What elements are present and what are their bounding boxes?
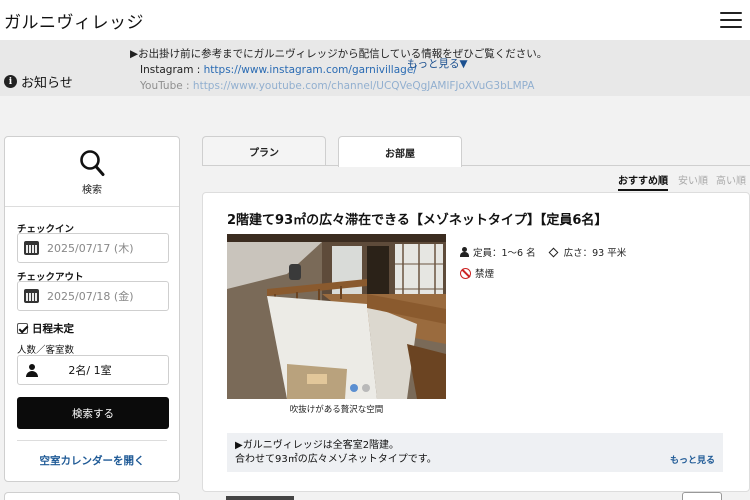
photo-caption: 吹抜けがある贅沢な空間 [289, 405, 384, 415]
instagram-link[interactable]: https://www.instagram.com/garnivillage/ [204, 64, 417, 76]
undecided-label: 日程未定 [32, 323, 74, 335]
search-icon [80, 150, 105, 176]
notice-bar: i お知らせ ▶お出掛け前に参考までにガルニヴィレッジから配信している情報をぜひ… [0, 40, 750, 96]
room-smoking: 禁煙 [460, 266, 494, 280]
person-icon [26, 363, 38, 377]
sort-expensive[interactable]: 高い順 [716, 172, 746, 189]
room-photo[interactable] [227, 234, 446, 399]
search-label: 検索 [82, 185, 102, 196]
calendar-icon [24, 289, 39, 303]
next-panel-edge [4, 492, 180, 500]
person-icon [460, 247, 469, 257]
room-description: ▶ガルニヴィレッジは全客室2階建。 合わせて93㎡の広々メゾネットタイプです。 … [227, 433, 723, 472]
menu-icon[interactable] [720, 12, 742, 28]
sort-cheapest[interactable]: 安い順 [678, 172, 708, 189]
room-photo-image [227, 234, 446, 399]
tab-rooms[interactable]: お部屋 [338, 136, 462, 167]
undecided-toggle[interactable]: 日程未定 [17, 321, 74, 336]
calendar-icon [24, 241, 39, 255]
search-panel: 検索 チェックイン 2025/07/17 (木) チェックアウト 2025/07… [4, 136, 180, 482]
notice-more-link[interactable]: もっと見る▼ [407, 56, 468, 71]
room-card: 2階建て93㎡の広々滞在できる【メゾネットタイプ】【定員6名】 吹抜けがある贅沢… [202, 192, 750, 492]
room-smoking-label: 禁煙 [475, 269, 495, 280]
tab-underline [202, 165, 750, 166]
app-header: ガルニヴィレッジ [0, 0, 750, 40]
desc-line: 合わせて93㎡の広々メゾネットタイプです。 [235, 454, 437, 465]
divider [17, 440, 167, 441]
checkout-value: 2025/07/18 (金) [47, 290, 134, 303]
no-smoking-icon [460, 267, 471, 279]
guests-label: 人数／客室数 [17, 345, 75, 356]
desc-more-link[interactable]: もっと見る [670, 454, 715, 468]
notice-heading: i お知らせ [4, 72, 73, 91]
notice-label: お知らせ [21, 76, 73, 91]
guests-value: 2名/ 1室 [68, 364, 112, 377]
open-calendar-link[interactable]: 空室カレンダーを開く [5, 453, 179, 468]
guests-field[interactable]: 2名/ 1室 [17, 355, 169, 385]
desc-line: ▶ガルニヴィレッジは全客室2階建。 [235, 440, 400, 451]
area-icon [548, 247, 559, 257]
site-title[interactable]: ガルニヴィレッジ [4, 8, 144, 33]
room-capacity: 定員：1〜6 名 [473, 248, 536, 259]
search-heading[interactable]: 検索 [5, 137, 179, 207]
room-area: 広さ：93 平米 [563, 248, 627, 259]
search-button[interactable]: 検索する [17, 397, 169, 429]
youtube-link[interactable]: https://www.youtube.com/channel/UCQVeQgJ… [193, 80, 535, 91]
tab-plan[interactable]: プラン [202, 136, 326, 166]
checkin-value: 2025/07/17 (木) [47, 242, 134, 255]
undecided-checkbox[interactable] [17, 323, 28, 334]
next-room-button-edge [682, 492, 722, 500]
checkout-field[interactable]: 2025/07/18 (金) [17, 281, 169, 311]
room-specs: 定員：1〜6 名 広さ：93 平米 [460, 245, 626, 259]
room-title[interactable]: 2階建て93㎡の広々滞在できる【メゾネットタイプ】【定員6名】 [227, 209, 607, 228]
info-icon: i [4, 75, 17, 88]
next-room-photo-edge [226, 496, 294, 500]
sort-recommended[interactable]: おすすめ順 [618, 172, 668, 191]
checkin-field[interactable]: 2025/07/17 (木) [17, 233, 169, 263]
instagram-label: Instagram : [140, 64, 204, 76]
notice-youtube: YouTube : https://www.youtube.com/channe… [130, 78, 730, 91]
youtube-label: YouTube : [140, 80, 193, 91]
